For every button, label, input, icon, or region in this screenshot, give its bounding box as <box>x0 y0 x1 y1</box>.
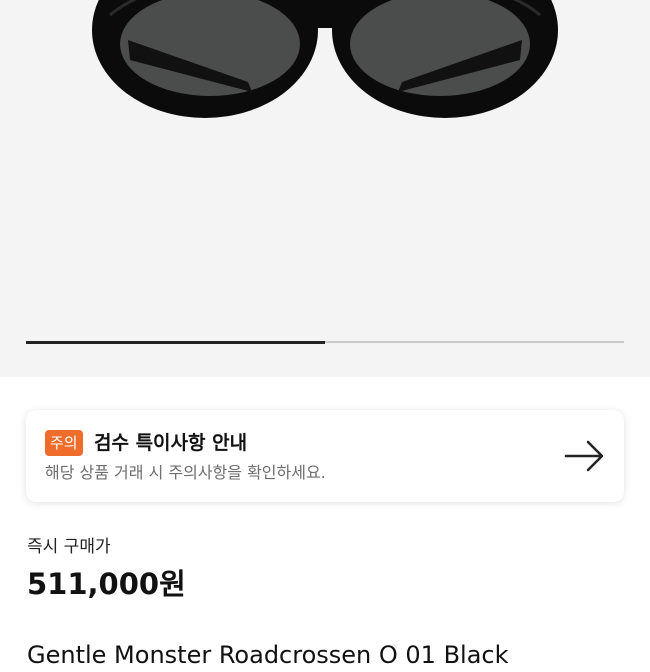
notice-title: 검수 특이사항 안내 <box>94 432 248 454</box>
gallery-progress-fill <box>26 340 325 344</box>
product-name: Gentle Monster Roadcrossen O 01 Black <box>27 641 509 669</box>
arrow-right-icon[interactable] <box>564 438 606 474</box>
instant-price-label: 즉시 구매가 <box>27 537 111 557</box>
inspection-notice-card[interactable]: 주의 검수 특이사항 안내 해당 상품 거래 시 주의사항을 확인하세요. <box>26 410 624 502</box>
notice-description: 해당 상품 거래 시 주의사항을 확인하세요. <box>45 463 326 482</box>
gallery-progress-bar <box>26 340 624 344</box>
caution-badge: 주의 <box>45 430 83 456</box>
price-value: 511,000원 <box>27 567 186 601</box>
product-gallery[interactable] <box>0 0 650 377</box>
sunglasses-image <box>92 0 558 118</box>
